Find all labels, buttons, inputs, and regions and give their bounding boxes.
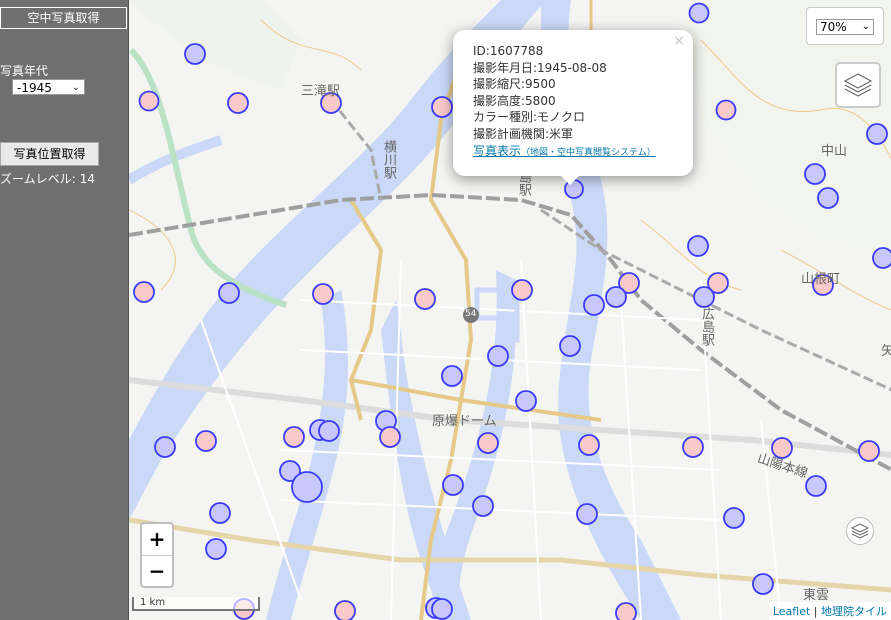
- layers-button[interactable]: [835, 62, 881, 108]
- popup-date: 撮影年月日:1945-08-08: [473, 60, 607, 75]
- popup-id: ID:1607788: [473, 44, 544, 58]
- leaflet-link[interactable]: Leaflet: [773, 605, 810, 618]
- opacity-value: 70%: [820, 20, 847, 34]
- zoom-control: + −: [140, 522, 174, 588]
- year-select[interactable]: -1945 ⌄: [12, 79, 85, 95]
- get-photo-position-button[interactable]: 写真位置取得: [0, 142, 99, 166]
- layers-icon: [843, 73, 873, 97]
- attribution: Leaflet | 地理院タイル: [768, 602, 891, 620]
- chevron-down-icon: ⌄: [71, 82, 80, 93]
- label-hiroshima-station: 広島駅: [699, 307, 714, 346]
- popup-agency: 撮影計画機関:米軍: [473, 126, 574, 141]
- label-higashikumo: 東雲: [803, 588, 830, 603]
- sidebar-title: 空中写真取得: [0, 7, 127, 29]
- year-select-value: -1945: [17, 81, 52, 95]
- zoom-level-text: ズームレベル: 14: [0, 170, 95, 187]
- opacity-control: 70% ⌄: [806, 7, 884, 45]
- chevron-down-icon: ⌄: [861, 21, 870, 32]
- tile-source-link[interactable]: 地理院タイル: [821, 605, 887, 618]
- photo-view-link[interactable]: 写真表示（地図・空中写真閲覧システム）: [473, 144, 656, 158]
- label-yamane: 山根町: [801, 272, 841, 287]
- sidebar: 空中写真取得 写真年代 -1945 ⌄ 写真位置取得 ズームレベル: 14: [0, 0, 128, 620]
- zoom-level-label: ズームレベル:: [0, 172, 76, 186]
- photo-info-popup: × ID:1607788 撮影年月日:1945-08-08 撮影縮尺:9500 …: [453, 30, 693, 185]
- zoom-level-value: 14: [79, 172, 95, 186]
- scale-bar: 1 km: [132, 597, 260, 611]
- label-yokogawa-station: 横川駅: [381, 140, 396, 179]
- attribution-separator: |: [810, 605, 821, 618]
- zoom-out-button[interactable]: −: [142, 556, 172, 587]
- layers-icon: [850, 523, 870, 539]
- label-misaki-station: 三滝駅: [301, 84, 341, 99]
- layers-mini-button[interactable]: [846, 517, 874, 545]
- popup-altitude: 撮影高度:5800: [473, 93, 556, 108]
- zoom-in-button[interactable]: +: [142, 524, 172, 556]
- popup-scale: 撮影縮尺:9500: [473, 77, 556, 92]
- year-label: 写真年代: [0, 64, 49, 78]
- popup-color-type: カラー種別:モノクロ: [473, 110, 586, 125]
- popup-close-button[interactable]: ×: [673, 33, 685, 49]
- label-nakayama: 中山: [821, 144, 848, 159]
- route-54-shield: 54: [465, 309, 477, 319]
- opacity-select[interactable]: 70% ⌄: [816, 19, 874, 35]
- popup-tip: [560, 175, 580, 185]
- label-genbaku-dome: 原爆ドーム: [432, 414, 497, 429]
- label-edge: 矢: [881, 340, 891, 359]
